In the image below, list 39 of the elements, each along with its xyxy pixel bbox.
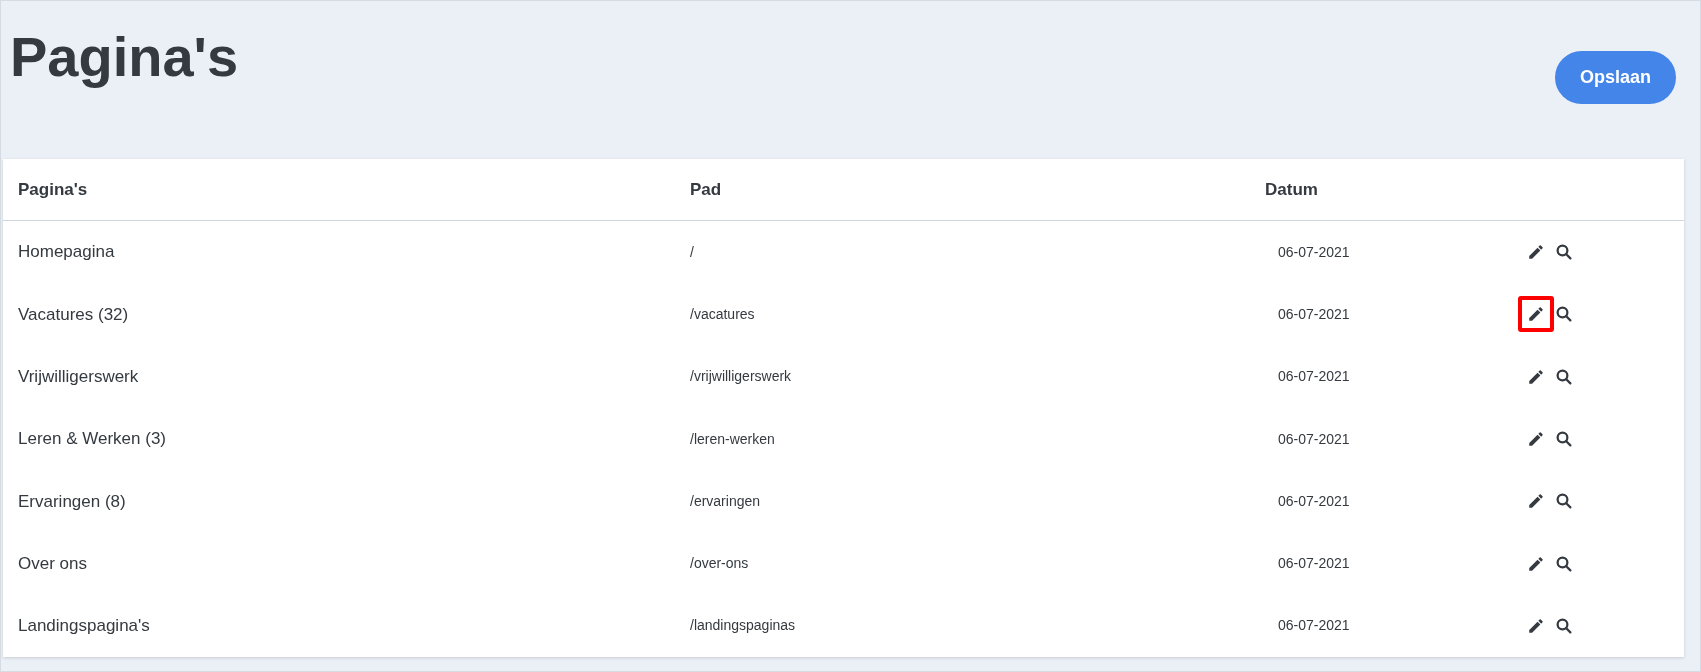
pencil-icon[interactable] [1527,305,1545,324]
column-header: Pagina's [18,178,89,201]
page-name: Leren & Werken (3) [18,428,168,451]
page-name: Ervaringen (8) [18,490,127,513]
pencil-icon[interactable] [1527,554,1545,573]
search-icon[interactable] [1555,616,1573,635]
pencil-icon[interactable] [1527,492,1545,511]
pencil-icon[interactable] [1527,367,1545,386]
search-icon[interactable] [1555,305,1573,324]
pencil-icon[interactable] [1527,243,1545,262]
pencil-icon[interactable] [1527,616,1545,635]
column-header: Datum [1265,178,1319,201]
page-path: /ervaringen [690,491,762,511]
page-name: Landingspagina's [18,615,151,638]
page-name: Homepagina [18,241,116,264]
page-path: /vacatures [690,304,756,324]
page-path: /over-ons [690,554,750,574]
search-icon[interactable] [1555,430,1573,449]
search-icon[interactable] [1555,492,1573,511]
save-button[interactable]: Opslaan [1554,51,1676,104]
search-icon[interactable] [1555,243,1573,262]
page-date: 06-07-2021 [1277,429,1351,449]
page-date: 06-07-2021 [1277,242,1351,262]
column-header: Pad [690,178,723,201]
page-name: Over ons [18,552,88,575]
search-icon[interactable] [1555,554,1573,573]
page-date: 06-07-2021 [1277,616,1351,636]
page-path: /landingspaginas [690,616,797,636]
page-date: 06-07-2021 [1277,554,1351,574]
page-date: 06-07-2021 [1277,491,1351,511]
page-date: 06-07-2021 [1277,304,1351,324]
pencil-icon[interactable] [1527,430,1545,449]
search-icon[interactable] [1555,367,1573,386]
page-path: /leren-werken [690,429,776,449]
page-name: Vrijwilligerswerk [18,366,140,388]
page-name: Vacatures (32) [18,303,130,326]
page-path: / [690,242,695,262]
page-path: /vrijwilligerswerk [690,367,793,387]
page-date: 06-07-2021 [1277,367,1351,387]
